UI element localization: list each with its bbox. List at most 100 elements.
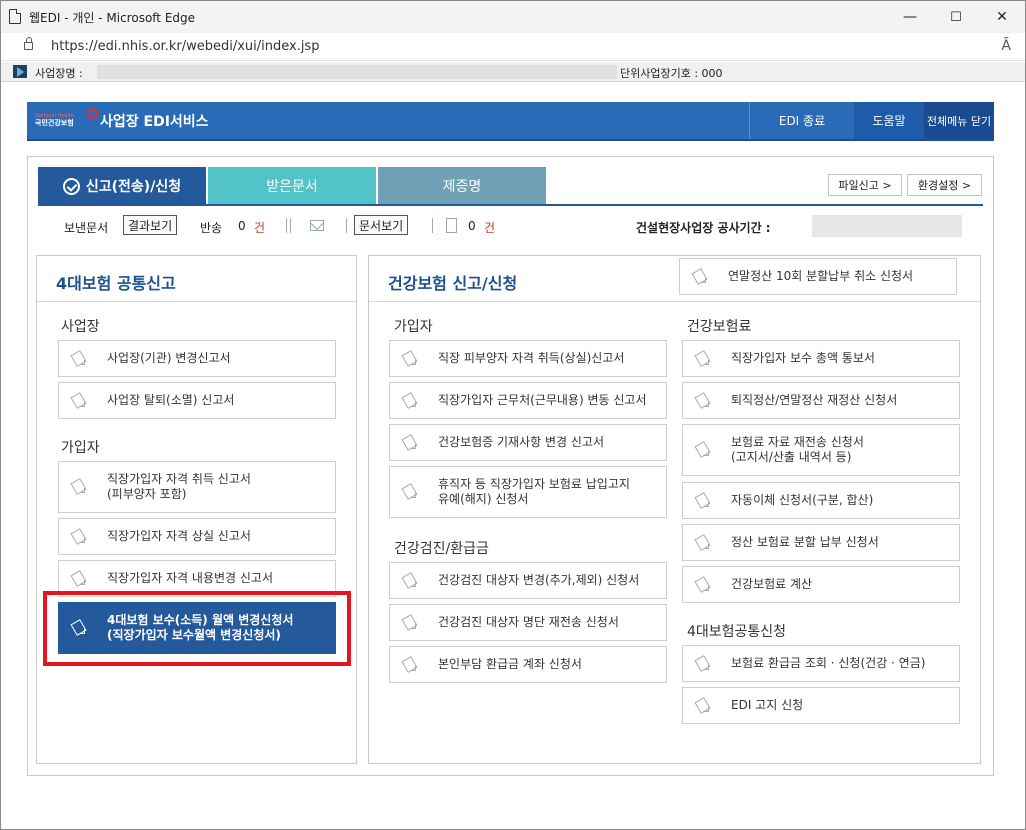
list-item[interactable]: 건강검진 대상자 변경(추가,제외) 신청서	[389, 562, 667, 599]
section-premium: 건강보험료	[687, 319, 752, 335]
item-label-line1: 직장가입자 자격 취득 신고서	[107, 472, 251, 486]
form-icon	[402, 393, 418, 409]
divider	[432, 218, 433, 233]
panel-title: 건강보험 신고/신청	[388, 274, 518, 293]
window-title: 웹EDI - 개인 - Microsoft Edge	[29, 11, 196, 25]
list-item[interactable]: 연말정산 10회 분할납부 취소 신청서	[679, 258, 957, 295]
read-aloud-icon[interactable]: Ã	[1001, 38, 1011, 54]
list-item[interactable]: 정산 보험료 분할 납부 신청서	[682, 524, 960, 561]
form-icon	[71, 393, 87, 409]
list-item[interactable]: 직장가입자 자격 상실 신고서	[58, 518, 336, 555]
item-label-line1: 보험료 자료 재전송 신청서	[731, 435, 864, 449]
main-content: 신고(전송)/신청 받은문서 제증명 파일신고 > 환경설정 > 보낸문서 결과…	[27, 156, 994, 776]
tab-report[interactable]: 신고(전송)/신청	[38, 167, 206, 205]
returned-unit: 건	[254, 221, 266, 235]
close-button[interactable]: ✕	[979, 1, 1025, 33]
doc-view-button[interactable]: 문서보기	[354, 215, 409, 235]
list-item[interactable]: 직장가입자 보수 총액 통보서	[682, 340, 960, 377]
edi-exit-button[interactable]: EDI 종료	[749, 102, 854, 139]
list-item[interactable]: 직장가입자 근무처(근무내용) 변동 신고서	[389, 382, 667, 419]
item-label: 사업장(기관) 변경신고서	[107, 351, 231, 365]
form-icon	[402, 573, 418, 589]
file-report-button[interactable]: 파일신고 >	[828, 174, 902, 196]
form-icon	[402, 435, 418, 451]
section-workplace: 사업장	[61, 319, 100, 335]
form-icon	[692, 269, 708, 285]
list-item[interactable]: 휴직자 등 직장가입자 보험료 납입고지 유예(해지) 신청서	[389, 466, 667, 518]
logo-text: 국민건강보험	[35, 119, 74, 127]
settings-button[interactable]: 환경설정 >	[907, 174, 982, 196]
list-item[interactable]: 건강검진 대상자 명단 재전송 신청서	[389, 604, 667, 641]
item-label: 사업장 탈퇴(소멸) 신고서	[107, 393, 235, 407]
document-icon	[446, 218, 457, 233]
tab-received-label: 받은문서	[266, 179, 318, 195]
form-icon	[695, 393, 711, 409]
envelope-icon	[310, 220, 324, 231]
form-icon	[695, 442, 711, 458]
divider	[369, 301, 980, 302]
panel-title: 4대보험 공통신고	[56, 274, 176, 293]
list-item[interactable]: 보험료 환급금 조회 · 신청(건강 · 연금)	[682, 645, 960, 682]
divider	[37, 301, 356, 302]
browser-window: 웹EDI - 개인 - Microsoft Edge — ☐ ✕ https:/…	[0, 0, 1026, 830]
list-item[interactable]: 사업장 탈퇴(소멸) 신고서	[58, 382, 336, 419]
form-icon	[695, 351, 711, 367]
construction-period-value	[812, 215, 962, 237]
section-subscriber: 가입자	[61, 440, 100, 456]
logo-mark-icon	[87, 108, 98, 119]
highlight-box	[43, 591, 351, 666]
item-label: EDI 고지 신청	[731, 698, 804, 712]
list-item[interactable]: 건강보험료 계산	[682, 566, 960, 603]
item-label: 건강검진 대상자 명단 재전송 신청서	[438, 615, 619, 629]
divider	[286, 218, 287, 233]
address-bar[interactable]: https://edi.nhis.or.kr/webedi/xui/index.…	[1, 33, 1025, 61]
close-all-menu-button[interactable]: 전체메뉴 닫기	[924, 102, 994, 139]
form-icon	[402, 657, 418, 673]
item-label: 직장가입자 자격 취득 신고서 (피부양자 포함)	[107, 472, 251, 502]
list-item[interactable]: 직장가입자 자격 취득 신고서 (피부양자 포함)	[58, 461, 336, 513]
item-label: 정산 보험료 분할 납부 신청서	[731, 535, 879, 549]
item-label: 직장 피부양자 자격 취득(상실)신고서	[438, 351, 625, 365]
item-label: 건강보험증 기재사항 변경 신고서	[438, 435, 605, 449]
construction-period-label: 건설현장사업장 공사기간 :	[636, 221, 771, 235]
divider	[290, 218, 291, 233]
check-circle-icon	[62, 177, 80, 195]
list-item[interactable]: 직장 피부양자 자격 취득(상실)신고서	[389, 340, 667, 377]
result-view-button[interactable]: 결과보기	[123, 215, 178, 235]
form-icon	[71, 351, 87, 367]
list-item[interactable]: 사업장(기관) 변경신고서	[58, 340, 336, 377]
item-label: 보험료 환급금 조회 · 신청(건강 · 연금)	[731, 656, 926, 670]
workplace-name-label: 사업장명 :	[35, 67, 83, 80]
url-text[interactable]: https://edi.nhis.or.kr/webedi/xui/index.…	[51, 39, 319, 54]
item-label: 직장가입자 보수 총액 통보서	[731, 351, 875, 365]
item-label: 자동이체 신청서(구분, 합산)	[731, 493, 874, 507]
list-item[interactable]: EDI 고지 신청	[682, 687, 960, 724]
list-item[interactable]: 보험료 자료 재전송 신청서 (고지서/산출 내역서 등)	[682, 424, 960, 476]
item-label: 보험료 자료 재전송 신청서 (고지서/산출 내역서 등)	[731, 435, 864, 465]
item-label-line2: 유예(해지) 신청서	[438, 492, 529, 506]
list-item[interactable]: 건강보험증 기재사항 변경 신고서	[389, 424, 667, 461]
tab-certificate-label: 제증명	[442, 179, 482, 195]
maximize-button[interactable]: ☐	[933, 1, 979, 33]
section-checkup-refund: 건강검진/환급금	[394, 541, 489, 557]
form-icon	[695, 656, 711, 672]
item-label: 휴직자 등 직장가입자 보험료 납입고지 유예(해지) 신청서	[438, 477, 630, 507]
returned-label: 반송	[200, 221, 223, 235]
workplace-info-bar: 사업장명 : 단위사업장기호 : 000	[1, 62, 1025, 82]
minimize-button[interactable]: —	[887, 1, 933, 33]
list-item[interactable]: 자동이체 신청서(구분, 합산)	[682, 482, 960, 519]
form-icon	[695, 698, 711, 714]
form-icon	[695, 577, 711, 593]
item-label: 직장가입자 자격 상실 신고서	[107, 529, 251, 543]
help-button[interactable]: 도움말	[854, 102, 924, 139]
item-label: 건강검진 대상자 변경(추가,제외) 신청서	[438, 573, 640, 587]
title-bar: 웹EDI - 개인 - Microsoft Edge — ☐ ✕	[1, 1, 1025, 33]
list-item[interactable]: 본인부담 환급금 계좌 신청서	[389, 646, 667, 683]
health-insurance-panel: 건강보험 신고/신청 연말정산 10회 분할납부 취소 신청서 가입자 직장 피…	[368, 255, 981, 764]
list-item[interactable]: 퇴직정산/연말정산 재정산 신청서	[682, 382, 960, 419]
tab-certificate[interactable]: 제증명	[378, 167, 546, 205]
tab-received[interactable]: 받은문서	[208, 167, 376, 205]
divider	[346, 218, 347, 233]
sent-docs-label: 보낸문서	[64, 221, 109, 235]
item-label-line2: (피부양자 포함)	[107, 487, 187, 501]
